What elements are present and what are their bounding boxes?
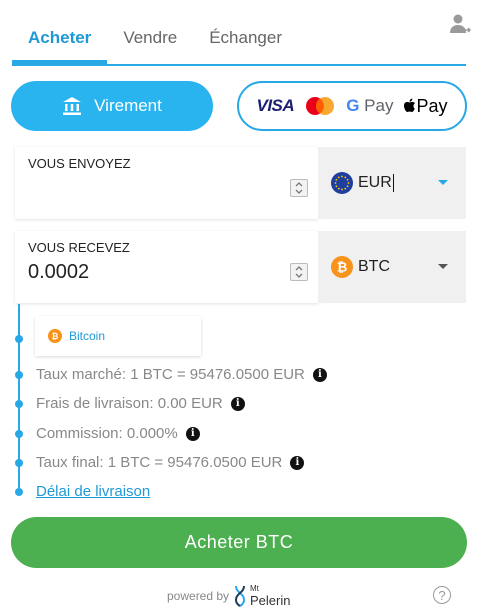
card-payment-button[interactable]: VISA G Pay Pay <box>237 81 467 131</box>
svg-text:₿: ₿ <box>52 331 59 341</box>
delivery-delay-link[interactable]: Délai de livraison <box>36 483 150 500</box>
apple-pay-logo: Pay <box>403 96 447 117</box>
send-currency-select[interactable]: EUR <box>318 147 466 219</box>
eu-flag-icon <box>331 172 353 194</box>
chevron-down-icon <box>438 264 448 269</box>
brand-name: Pelerin <box>250 593 291 608</box>
timeline-dot <box>15 400 23 408</box>
google-pay-g: G <box>346 96 360 115</box>
timeline-dot <box>15 488 23 496</box>
timeline-dot <box>15 459 23 467</box>
receive-amount-stepper[interactable] <box>290 263 308 281</box>
receive-amount-field[interactable]: VOUS RECEVEZ 0.0002 <box>15 231 318 303</box>
svg-text:₿: ₿ <box>337 261 348 276</box>
info-icon[interactable]: i <box>312 367 327 382</box>
timeline-dot <box>15 430 23 438</box>
market-rate-text: Taux marché: 1 BTC = 95476.0500 EUR <box>36 366 305 383</box>
virement-label: Virement <box>94 96 162 115</box>
info-icon[interactable]: i <box>290 455 305 470</box>
buy-button[interactable]: Acheter BTC <box>11 517 467 568</box>
bitcoin-icon: ₿ <box>48 329 62 343</box>
google-pay-text: Pay <box>359 96 394 115</box>
timeline-dot <box>15 335 23 343</box>
commission-row: Commission: 0.000% i <box>36 425 200 442</box>
tab-bar: Acheter Vendre Échanger <box>12 22 466 66</box>
send-amount-stepper[interactable] <box>290 179 308 197</box>
help-icon[interactable]: ? <box>433 586 451 604</box>
final-rate-text: Taux final: 1 BTC = 95476.0500 EUR <box>36 454 283 471</box>
delivery-fee-text: Frais de livraison: 0.00 EUR <box>36 395 223 412</box>
info-icon[interactable]: i <box>230 396 245 411</box>
send-amount-field[interactable]: VOUS ENVOYEZ <box>15 147 318 219</box>
commission-text: Commission: 0.000% <box>36 425 178 442</box>
final-rate-row: Taux final: 1 BTC = 95476.0500 EUR i <box>36 454 305 471</box>
market-rate-row: Taux marché: 1 BTC = 95476.0500 EUR i <box>36 366 327 383</box>
mt-pelerin-logo-icon <box>234 585 246 607</box>
visa-logo: VISA <box>256 96 295 115</box>
receive-amount-input[interactable]: 0.0002 <box>28 261 89 284</box>
powered-by-text: powered by <box>167 589 230 603</box>
tab-echanger[interactable]: Échanger <box>193 22 298 62</box>
tab-vendre[interactable]: Vendre <box>107 22 193 62</box>
delivery-fee-row: Frais de livraison: 0.00 EUR i <box>36 395 245 412</box>
send-currency-code: EUR <box>358 174 394 192</box>
receive-currency-code: BTC <box>358 258 390 275</box>
receive-label: VOUS RECEVEZ <box>28 240 130 255</box>
info-icon[interactable]: i <box>185 426 200 441</box>
virement-button[interactable]: Virement <box>11 81 213 131</box>
coin-name: Bitcoin <box>69 329 106 343</box>
mt-pelerin-brand: Mt Pelerin <box>250 583 290 607</box>
receive-currency-select[interactable]: ₿ BTC <box>318 231 466 303</box>
payment-method-row: Virement VISA G Pay Pay <box>11 81 468 131</box>
tab-acheter[interactable]: Acheter <box>12 22 108 64</box>
send-label: VOUS ENVOYEZ <box>28 156 131 171</box>
timeline-dot <box>15 371 23 379</box>
apple-icon <box>404 98 416 112</box>
mastercard-logo <box>306 97 335 115</box>
bitcoin-icon: ₿ <box>331 256 353 278</box>
google-pay-logo: G Pay <box>346 96 393 116</box>
footer: powered by Mt Pelerin ? <box>0 583 480 611</box>
chevron-down-icon <box>438 180 448 185</box>
bank-icon <box>63 97 82 115</box>
apple-pay-text: Pay <box>416 95 448 116</box>
coin-card: ₿ Bitcoin <box>35 316 201 356</box>
